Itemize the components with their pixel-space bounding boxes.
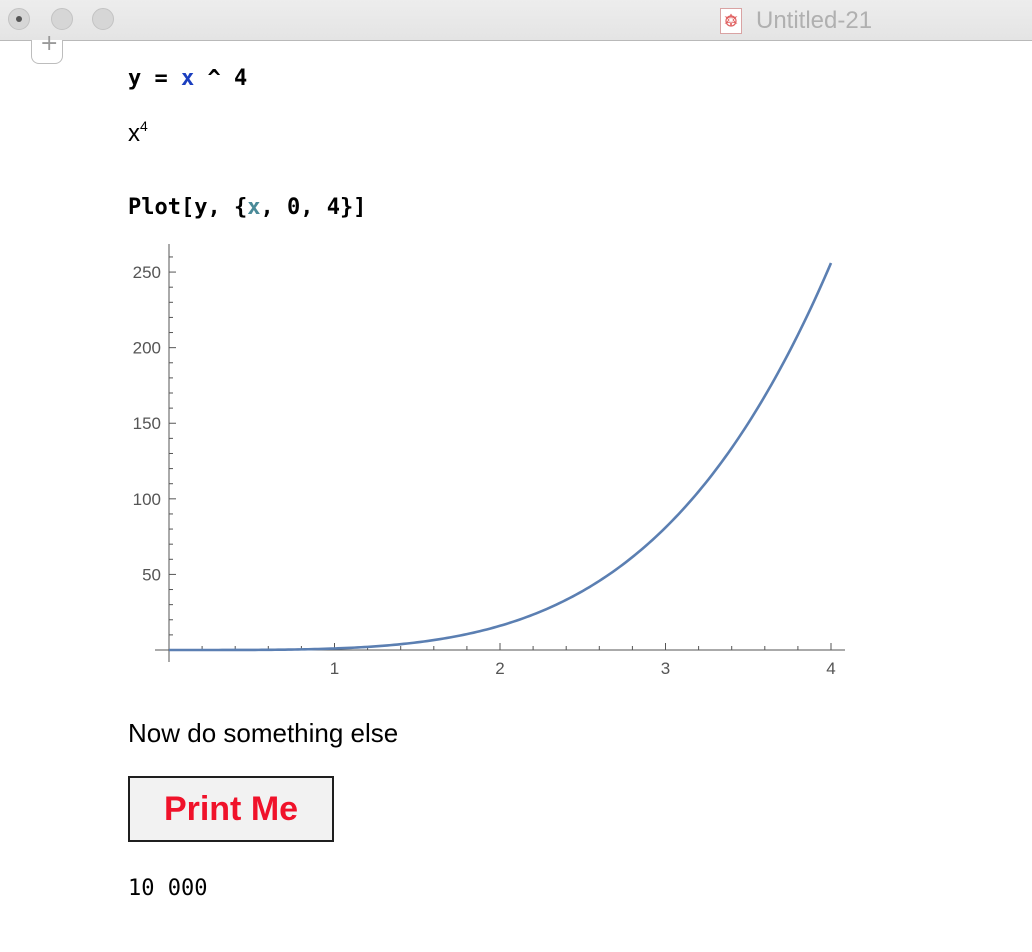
power-expression: ^ 4 [194,66,248,91]
plot-output[interactable]: 1 2 3 4 50 100 150 200 250 [120,238,860,688]
x-tick-label: 2 [495,659,504,678]
text-cell: Now do something else [128,718,399,748]
zoom-button[interactable] [92,8,114,30]
notebook-document-icon [720,8,742,34]
y-tick-label: 250 [133,263,161,282]
minimize-button[interactable] [51,8,73,30]
y-tick-label: 100 [133,490,161,509]
plot-command-start: Plot[y, { [128,195,248,220]
add-cell-icon[interactable] [31,31,63,64]
window-title: Untitled-21 [756,7,873,34]
input-cell-definition[interactable]: y = x ^ 4 [128,66,247,91]
output-cell-result: 10 000 [128,876,208,901]
variable-x: x [181,66,195,91]
output-exponent: 4 [140,118,148,134]
x-tick-label: 3 [661,659,670,678]
y-tick-label: 50 [142,565,161,584]
input-cell-plot[interactable]: Plot[y, {x, 0, 4}] [128,195,366,220]
output-cell-power: x4 [128,118,148,148]
plot-command-end: , 0, 4}] [260,195,367,220]
x-tick-label: 1 [330,659,339,678]
x-tick-label: 4 [826,659,835,678]
close-button[interactable] [8,8,30,30]
y-tick-label: 150 [133,414,161,433]
lhs-symbol: y [128,66,142,91]
equals-sign: = [141,66,181,91]
plot-curve-series [169,262,833,652]
y-tick-label: 200 [133,339,161,358]
plot-variable-x: x [247,195,261,220]
print-me-button[interactable]: Print Me [128,776,334,842]
output-base: x [128,120,140,147]
title-bar: Untitled-21 [0,0,1032,41]
